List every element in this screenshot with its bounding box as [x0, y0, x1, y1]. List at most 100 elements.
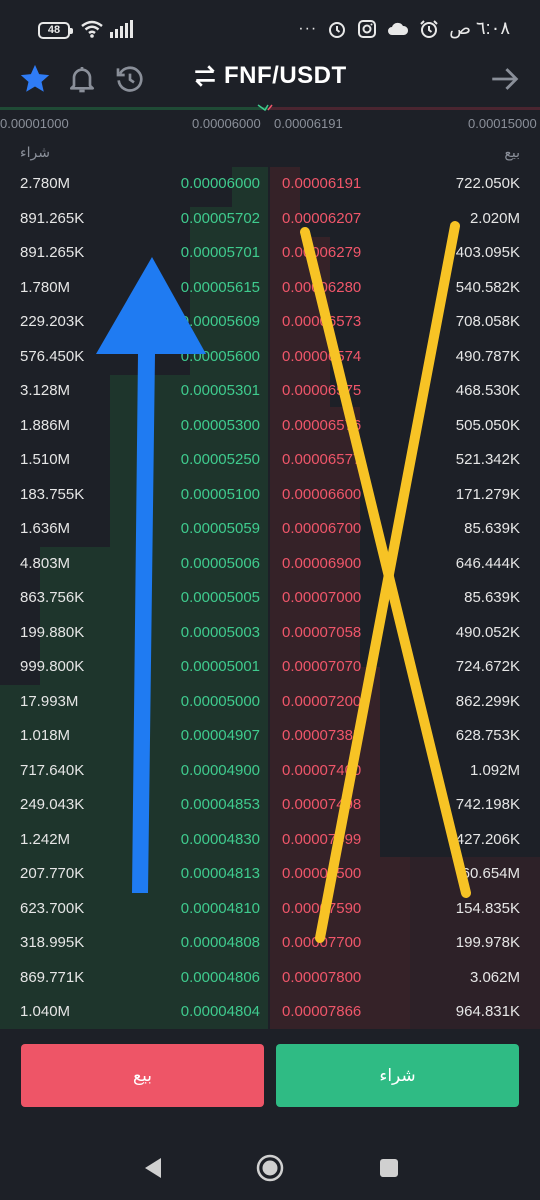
- sell-quantity: 490.787K: [455, 347, 520, 365]
- orderbook-row[interactable]: 1.510M 0.00005250 0.00006577 521.342K: [0, 443, 540, 478]
- orderbook-row[interactable]: 623.700K 0.00004810 0.00007590 154.835K: [0, 892, 540, 927]
- buy-price: 0.00004853: [180, 796, 260, 813]
- sell-quantity: 199.978K: [455, 934, 520, 951]
- sell-price: 0.00007200: [282, 692, 362, 710]
- status-right: ··· ٦:٠٨ ص: [298, 18, 510, 39]
- buy-quantity: 623.700K: [20, 899, 85, 917]
- orderbook-row[interactable]: 1.886M 0.00005300 0.00006576 505.050K: [0, 409, 540, 444]
- orderbook-row[interactable]: 2.780M 0.00006000 0.00006191 722.050K: [0, 167, 540, 202]
- orderbook-row[interactable]: 229.203K 0.00005609 0.00006573 708.058K: [0, 305, 540, 340]
- orderbook-row[interactable]: 4.803M 0.00005006 0.00006900 646.444K: [0, 547, 540, 582]
- buy-quantity: 1.040M: [20, 1003, 71, 1020]
- buy-price: 0.00006000: [180, 175, 260, 192]
- cloud-icon: [388, 22, 409, 35]
- orderbook-row[interactable]: 999.800K 0.00005001 0.00007070 724.672K: [0, 650, 540, 685]
- orderbook-row[interactable]: 318.995K 0.00004808 0.00007700 199.978K: [0, 926, 540, 961]
- star-icon[interactable]: [18, 62, 52, 96]
- depth-strip: [0, 104, 540, 112]
- buy-quantity: 249.043K: [20, 796, 85, 813]
- sell-quantity: 724.672K: [455, 658, 520, 675]
- orderbook-row[interactable]: 199.880K 0.00005003 0.00007058 490.052K: [0, 616, 540, 651]
- sell-price: 0.00007000: [282, 589, 362, 606]
- orderbook-row[interactable]: 183.755K 0.00005100 0.00006600 171.279K: [0, 478, 540, 513]
- buy-quantity: 4.803M: [20, 554, 71, 572]
- buy-price: 0.00005005: [180, 589, 260, 606]
- axis-tick-1: 0.00001000: [0, 116, 69, 131]
- axis-tick-3: 0.00006191: [274, 116, 343, 131]
- buy-price: 0.00005100: [180, 485, 260, 503]
- orderbook-row[interactable]: 869.771K 0.00004806 0.00007800 3.062M: [0, 961, 540, 996]
- pair-selector[interactable]: FNF/USDT: [192, 62, 347, 90]
- buy-quantity: 717.640K: [20, 761, 85, 779]
- orderbook-row[interactable]: 3.128M 0.00005301 0.00006575 468.530K: [0, 374, 540, 409]
- buy-column-label: شراء: [20, 144, 50, 160]
- orderbook-row[interactable]: 17.993M 0.00005000 0.00007200 862.299K: [0, 685, 540, 720]
- buy-quantity: 2.780M: [20, 175, 71, 192]
- buy-quantity: 891.265K: [20, 244, 85, 261]
- buy-quantity: 1.242M: [20, 830, 71, 848]
- orderbook-row[interactable]: 891.265K 0.00005702 0.00006207 2.020M: [0, 202, 540, 237]
- buy-button[interactable]: شراء: [276, 1044, 519, 1107]
- sell-quantity: 427.206K: [455, 830, 520, 848]
- wifi-signal-icon: [81, 20, 133, 38]
- sell-price: 0.00007499: [282, 830, 362, 848]
- buy-quantity: 1.886M: [20, 416, 71, 434]
- orderbook-row[interactable]: 891.265K 0.00005701 0.00006279 403.095K: [0, 236, 540, 271]
- buy-price: 0.00004806: [180, 968, 260, 986]
- sell-quantity: 3.062M: [469, 968, 520, 986]
- buy-quantity: 207.770K: [20, 865, 85, 882]
- sell-price: 0.00006191: [282, 175, 362, 192]
- sell-price: 0.00006574: [282, 347, 362, 365]
- sell-price: 0.00007866: [282, 1003, 362, 1020]
- orderbook-row[interactable]: 1.040M 0.00004804 0.00007866 964.831K: [0, 995, 540, 1030]
- recent-apps-icon[interactable]: [378, 1157, 400, 1179]
- buy-quantity: 1.018M: [20, 727, 71, 744]
- buy-quantity: 199.880K: [20, 623, 85, 641]
- sell-price: 0.00006575: [282, 382, 362, 399]
- sell-price: 0.00006600: [282, 485, 362, 503]
- pair-title: FNF/USDT: [224, 62, 347, 89]
- back-icon[interactable]: [142, 1156, 164, 1180]
- alarm-icon: [329, 21, 346, 38]
- buy-price: 0.00004813: [180, 865, 260, 882]
- orderbook-row[interactable]: 576.450K 0.00005600 0.00006574 490.787K: [0, 340, 540, 375]
- orderbook-row[interactable]: 863.756K 0.00005005 0.00007000 85.639K: [0, 581, 540, 616]
- sell-quantity: 1.092M: [469, 761, 520, 779]
- sell-quantity: 468.530K: [455, 382, 520, 399]
- sell-price: 0.00007070: [282, 658, 362, 675]
- buy-quantity: 229.203K: [20, 313, 85, 330]
- sell-quantity: 171.279K: [455, 485, 520, 503]
- home-icon[interactable]: [255, 1153, 285, 1183]
- app-header: FNF/USDT: [0, 58, 540, 104]
- orderbook-row[interactable]: 1.780M 0.00005615 0.00006280 540.582K: [0, 271, 540, 306]
- buy-quantity: 1.636M: [20, 520, 71, 537]
- orderbook-row[interactable]: 717.640K 0.00004900 0.00007400 1.092M: [0, 754, 540, 789]
- orderbook-row[interactable]: 207.770K 0.00004813 0.00007500 60.654M: [0, 857, 540, 892]
- buy-price: 0.00004808: [180, 934, 260, 951]
- buy-price: 0.00005701: [180, 244, 260, 261]
- sell-quantity: 403.095K: [455, 244, 520, 261]
- buy-quantity: 869.771K: [20, 968, 85, 986]
- orderbook-row[interactable]: 1.018M 0.00004907 0.00007385 628.753K: [0, 719, 540, 754]
- buy-price: 0.00005250: [180, 451, 260, 468]
- battery-icon: 48: [38, 22, 73, 39]
- sell-price: 0.00007590: [282, 899, 362, 917]
- arrow-right-icon[interactable]: [488, 62, 522, 96]
- sell-price: 0.00007400: [282, 761, 362, 779]
- bell-icon[interactable]: [66, 62, 98, 96]
- orderbook-row[interactable]: 1.242M 0.00004830 0.00007499 427.206K: [0, 823, 540, 858]
- sell-quantity: 521.342K: [455, 451, 520, 468]
- sell-price: 0.00006577: [282, 451, 362, 468]
- buy-price: 0.00005301: [180, 382, 260, 399]
- orderbook-row[interactable]: 249.043K 0.00004853 0.00007498 742.198K: [0, 788, 540, 823]
- orderbook-row[interactable]: 1.636M 0.00005059 0.00006700 85.639K: [0, 512, 540, 547]
- sell-column-label: بيع: [504, 144, 520, 160]
- sell-button[interactable]: بيع: [21, 1044, 264, 1107]
- more-dots: ···: [298, 19, 318, 37]
- sell-quantity: 742.198K: [455, 796, 520, 813]
- history-icon[interactable]: [114, 62, 146, 96]
- sell-price: 0.00007800: [282, 968, 362, 986]
- buy-price: 0.00005615: [180, 278, 260, 296]
- clock-time: ٦:٠٨ ص: [449, 18, 510, 38]
- buy-price: 0.00004900: [180, 761, 260, 779]
